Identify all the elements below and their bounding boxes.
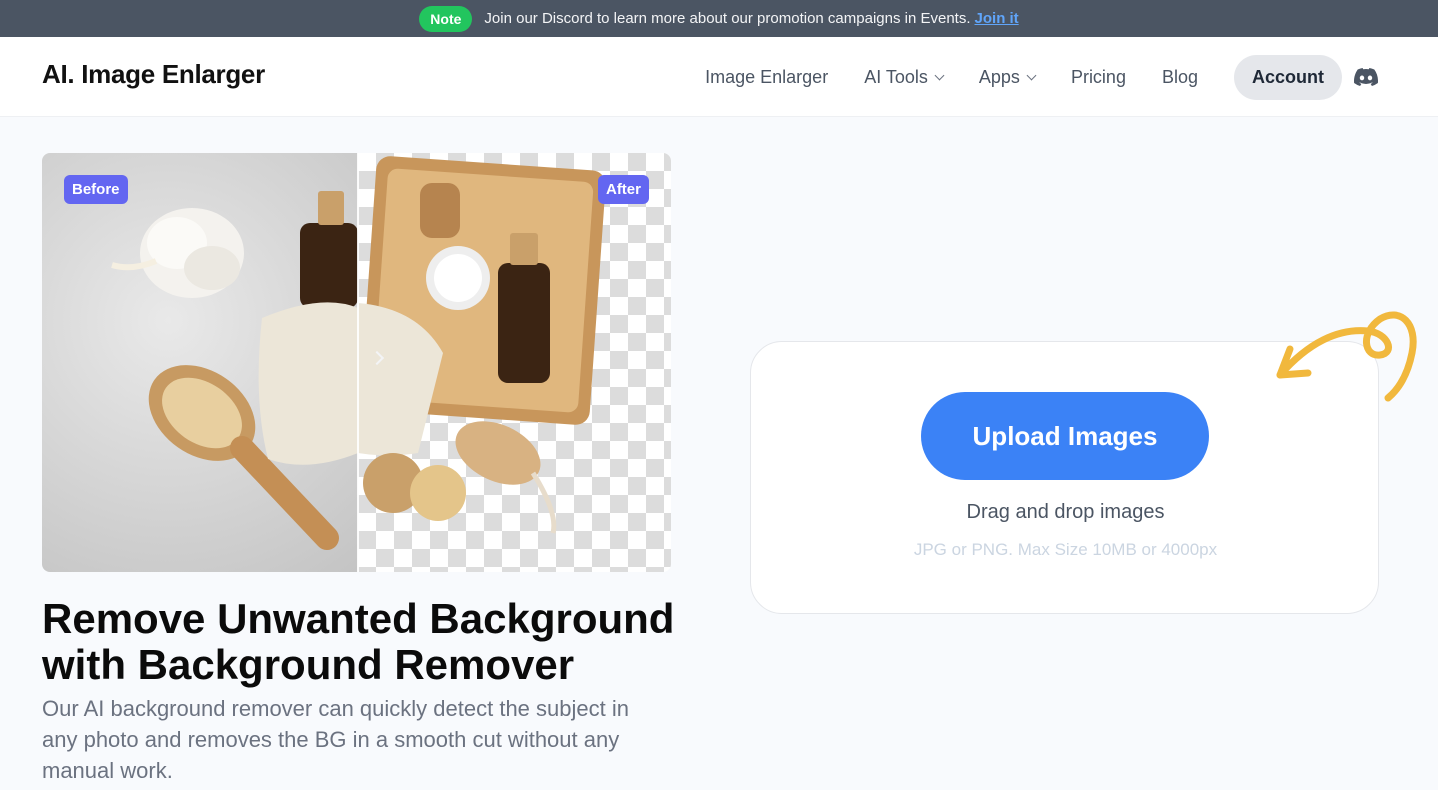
note-badge: Note [419, 5, 473, 32]
account-button[interactable]: Account [1234, 54, 1342, 100]
site-header: AI. Image Enlarger Image Enlarger AI Too… [0, 37, 1438, 117]
nav-label: Image Enlarger [705, 66, 829, 87]
before-after-comparison[interactable]: Before After [42, 153, 671, 572]
comparison-slider-handle[interactable] [357, 153, 359, 572]
join-discord-link[interactable]: Join it [975, 10, 1019, 27]
nav-label: AI Tools [864, 66, 928, 87]
before-image [42, 153, 358, 572]
discord-icon[interactable] [1354, 68, 1378, 86]
nav-blog[interactable]: Blog [1162, 67, 1198, 88]
before-products-illustration [111, 191, 358, 550]
upload-images-button[interactable]: Upload Images [921, 392, 1209, 480]
file-limits-hint: JPG or PNG. Max Size 10MB or 4000px [913, 540, 1218, 559]
after-tag: After [597, 175, 649, 204]
banner-text: Join our Discord to learn more about our… [484, 10, 1018, 27]
before-tag: Before [64, 175, 128, 204]
main-nav: Image Enlarger AI Tools Apps Pricing Blo… [669, 54, 1378, 100]
page-title: Remove Unwanted Background with Backgrou… [42, 595, 675, 688]
nav-image-enlarger[interactable]: Image Enlarger [705, 67, 828, 88]
site-logo[interactable]: AI. Image Enlarger [42, 59, 265, 90]
nav-label: Blog [1161, 66, 1198, 87]
nav-label: Apps [978, 66, 1020, 87]
chevron-down-icon [934, 70, 945, 80]
banner-message: Join our Discord to learn more about our… [484, 10, 971, 27]
chevron-down-icon [1026, 70, 1037, 80]
hero-description: Our AI background remover can quickly de… [42, 696, 629, 783]
nav-apps[interactable]: Apps [978, 66, 1037, 88]
curly-arrow-icon [1276, 311, 1417, 402]
after-image [358, 153, 671, 572]
drag-drop-hint: Drag and drop images [966, 501, 1165, 523]
after-products-illustration [358, 156, 606, 534]
nav-ai-tools[interactable]: AI Tools [864, 66, 945, 88]
nav-pricing[interactable]: Pricing [1071, 67, 1126, 88]
promo-banner: Note Join our Discord to learn more abou… [0, 0, 1438, 37]
nav-label: Pricing [1070, 66, 1126, 87]
